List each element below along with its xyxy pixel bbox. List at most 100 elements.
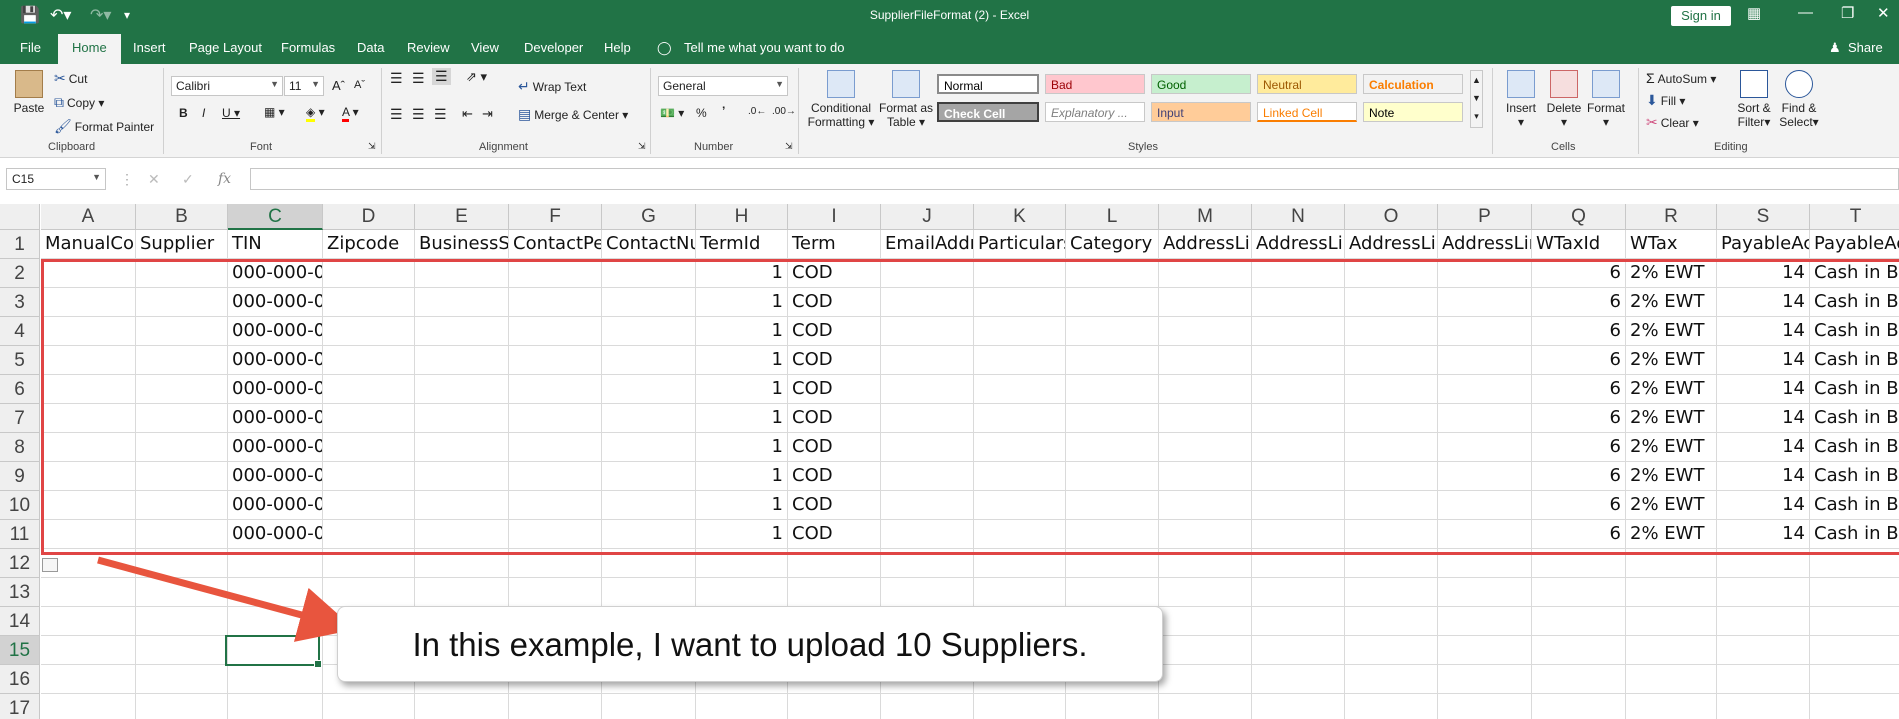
table-cell[interactable]	[1159, 636, 1252, 665]
column-header-o[interactable]: O	[1345, 204, 1438, 230]
cell-style-linked-cell[interactable]: Linked Cell	[1257, 102, 1357, 122]
column-header-p[interactable]: P	[1438, 204, 1532, 230]
italic-icon[interactable]: I	[202, 106, 205, 120]
column-title-cell[interactable]: Supplier	[136, 230, 228, 259]
column-title-cell[interactable]: PayableAc	[1717, 230, 1810, 259]
table-cell[interactable]	[323, 694, 415, 719]
column-header-f[interactable]: F	[509, 204, 602, 230]
table-cell[interactable]	[1810, 607, 1899, 636]
table-cell[interactable]	[974, 694, 1066, 719]
column-header-n[interactable]: N	[1252, 204, 1345, 230]
tell-me-search[interactable]: Tell me what you want to do	[684, 40, 844, 55]
row-header-9[interactable]: 9	[0, 462, 40, 491]
column-header-m[interactable]: M	[1159, 204, 1252, 230]
tab-insert[interactable]: Insert	[133, 40, 166, 55]
align-center-icon[interactable]: ☰	[412, 106, 425, 123]
tab-developer[interactable]: Developer	[524, 40, 583, 55]
enter-check-icon[interactable]: ✓	[182, 171, 194, 188]
table-cell[interactable]	[1345, 607, 1438, 636]
table-cell[interactable]	[602, 694, 696, 719]
row-header-12[interactable]: 12	[0, 549, 40, 578]
wrap-text-button[interactable]: ↵ Wrap Text	[518, 78, 586, 95]
cancel-icon[interactable]: ✕	[148, 171, 160, 188]
table-cell[interactable]	[1438, 607, 1532, 636]
close-icon[interactable]: ✕	[1877, 4, 1890, 22]
name-box[interactable]: C15 ▼	[6, 168, 106, 190]
column-title-cell[interactable]: TermId	[696, 230, 788, 259]
column-header-k[interactable]: K	[974, 204, 1066, 230]
orientation-icon[interactable]: ⇗ ▾	[466, 69, 487, 85]
decrease-decimal-icon[interactable]: .00→	[772, 106, 796, 117]
column-title-cell[interactable]: TIN	[228, 230, 323, 259]
tab-review[interactable]: Review	[407, 40, 450, 55]
column-title-cell[interactable]: AddressLir	[1438, 230, 1532, 259]
table-cell[interactable]	[1252, 665, 1345, 694]
column-title-cell[interactable]: PayableAc	[1810, 230, 1899, 259]
table-cell[interactable]	[1345, 578, 1438, 607]
tab-home[interactable]: Home	[58, 34, 121, 64]
increase-indent-icon[interactable]: ⇥	[482, 106, 493, 122]
table-cell[interactable]	[41, 636, 136, 665]
table-cell[interactable]	[136, 607, 228, 636]
table-cell[interactable]	[1626, 607, 1717, 636]
tab-help[interactable]: Help	[604, 40, 631, 55]
table-cell[interactable]	[136, 694, 228, 719]
table-cell[interactable]	[1438, 665, 1532, 694]
row-header-2[interactable]: 2	[0, 259, 40, 288]
select-all-button[interactable]	[0, 204, 40, 230]
table-cell[interactable]	[1717, 636, 1810, 665]
underline-icon[interactable]: U ▾	[222, 106, 240, 120]
table-cell[interactable]	[1810, 694, 1899, 719]
tab-formulas[interactable]: Formulas	[281, 40, 335, 55]
align-middle-icon[interactable]: ☰	[412, 70, 425, 87]
column-title-cell[interactable]: ContactPe	[509, 230, 602, 259]
column-header-a[interactable]: A	[41, 204, 136, 230]
table-cell[interactable]	[323, 578, 415, 607]
table-cell[interactable]	[602, 578, 696, 607]
column-header-r[interactable]: R	[1626, 204, 1717, 230]
cell-style-good[interactable]: Good	[1151, 74, 1251, 94]
table-cell[interactable]	[1252, 607, 1345, 636]
column-title-cell[interactable]: Particulars	[974, 230, 1066, 259]
conditional-formatting-button[interactable]: Conditional Formatting ▾	[805, 70, 877, 129]
row-header-11[interactable]: 11	[0, 520, 40, 549]
column-title-cell[interactable]: ManualCo	[41, 230, 136, 259]
column-header-b[interactable]: B	[136, 204, 228, 230]
align-left-icon[interactable]: ☰	[390, 106, 403, 123]
table-cell[interactable]	[136, 636, 228, 665]
alignment-dialog-launcher-icon[interactable]: ⇲	[638, 141, 646, 152]
sort-filter-button[interactable]: Sort & Filter▾	[1734, 70, 1774, 129]
column-title-cell[interactable]: AddressLir	[1345, 230, 1438, 259]
restore-icon[interactable]: ❐	[1841, 4, 1854, 22]
increase-font-icon[interactable]: Aˆ	[332, 78, 345, 93]
font-size-select[interactable]: 11 ▼	[284, 76, 324, 96]
table-cell[interactable]	[974, 578, 1066, 607]
align-bottom-icon[interactable]: ☰	[432, 68, 451, 85]
table-cell[interactable]	[1159, 665, 1252, 694]
table-cell[interactable]	[1066, 578, 1159, 607]
column-header-g[interactable]: G	[602, 204, 696, 230]
table-cell[interactable]	[228, 578, 323, 607]
table-cell[interactable]	[1532, 578, 1626, 607]
table-cell[interactable]	[788, 578, 881, 607]
number-format-select[interactable]: General ▼	[658, 76, 788, 96]
table-cell[interactable]	[1438, 694, 1532, 719]
cut-button[interactable]: ✂ Cut	[54, 70, 87, 87]
table-cell[interactable]	[1159, 694, 1252, 719]
table-cell[interactable]	[415, 578, 509, 607]
merge-center-button[interactable]: ▤ Merge & Center ▾	[518, 106, 628, 123]
column-title-cell[interactable]: BusinessSt	[415, 230, 509, 259]
tab-data[interactable]: Data	[357, 40, 384, 55]
column-header-h[interactable]: H	[696, 204, 788, 230]
table-cell[interactable]	[1532, 636, 1626, 665]
font-dialog-launcher-icon[interactable]: ⇲	[368, 141, 376, 152]
table-cell[interactable]	[1159, 607, 1252, 636]
column-header-c[interactable]: C	[228, 204, 323, 230]
formula-input[interactable]	[250, 168, 1899, 190]
column-title-cell[interactable]: Term	[788, 230, 881, 259]
row-header-5[interactable]: 5	[0, 346, 40, 375]
format-painter-button[interactable]: 🖌 Format Painter	[54, 118, 154, 135]
column-title-cell[interactable]: Category	[1066, 230, 1159, 259]
delete-cells-button[interactable]: Delete ▾	[1542, 70, 1586, 129]
table-cell[interactable]	[1810, 636, 1899, 665]
